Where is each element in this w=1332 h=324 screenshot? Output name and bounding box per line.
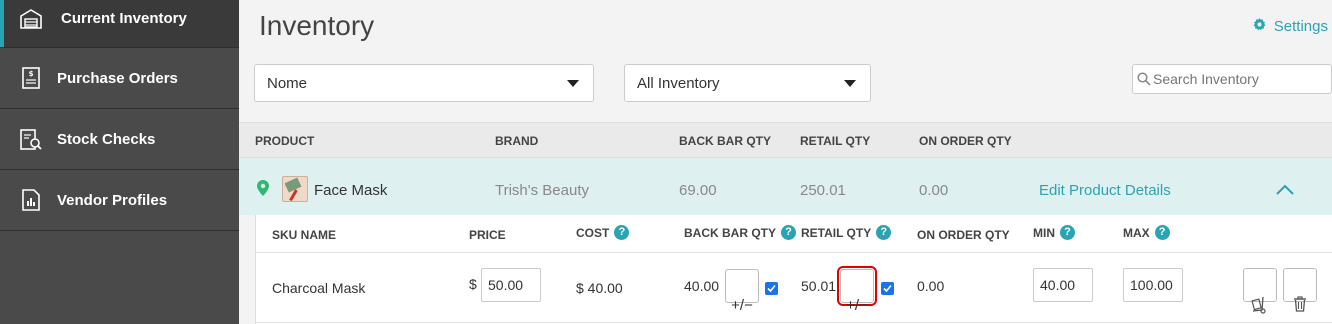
main-content: Inventory Settings Nome All Inventory PR… (239, 0, 1332, 324)
col-product: PRODUCT (255, 134, 315, 148)
col-sku-name: SKU NAME (272, 228, 337, 242)
col-retail-qty: RETAIL QTY (800, 134, 871, 148)
clipboard-search-icon (20, 128, 42, 150)
col-retail-qty: RETAIL QTY? (801, 225, 892, 240)
product-brand: Trish's Beauty (495, 182, 590, 199)
chevron-up-icon[interactable] (1275, 183, 1295, 200)
col-on-order-qty: ON ORDER QTY (919, 134, 1012, 148)
product-retail-qty: 250.01 (800, 182, 846, 199)
inventory-type-select-value: All Inventory (637, 74, 720, 92)
on-order-qty-value: 0.00 (917, 278, 945, 294)
help-icon[interactable]: ? (1154, 225, 1170, 240)
inventory-type-select[interactable]: All Inventory (624, 64, 871, 102)
sidebar-item-label: Purchase Orders (57, 69, 178, 87)
col-price: PRICE (469, 228, 506, 242)
sku-table: SKU NAME PRICE COST? BACK BAR QTY? RETAI… (255, 215, 1332, 324)
col-back-bar-qty: BACK BAR QTY? (684, 225, 796, 240)
col-cost: COST? (576, 225, 630, 240)
help-icon[interactable]: ? (614, 225, 630, 240)
product-on-order-qty: 0.00 (919, 182, 949, 199)
vendor-profile-icon (20, 189, 42, 211)
plus-minus-icon: +/− (731, 297, 753, 314)
chevron-down-icon (567, 80, 579, 87)
trash-icon (1293, 296, 1307, 315)
min-input[interactable] (1033, 268, 1093, 302)
warehouse-icon (20, 8, 42, 30)
product-name: Face Mask (314, 182, 388, 199)
help-icon[interactable]: ? (781, 225, 796, 240)
product-row[interactable]: Face Mask Trish's Beauty 69.00 250.01 0.… (239, 158, 1332, 215)
brand-select[interactable]: Nome (254, 64, 594, 102)
max-input[interactable] (1123, 268, 1183, 302)
help-icon[interactable]: ? (1060, 225, 1075, 240)
col-back-bar-qty: BACK BAR QTY (679, 134, 771, 148)
sidebar-item-label: Stock Checks (57, 130, 156, 148)
adjust-back-bar-qty-button[interactable]: +/− (725, 269, 759, 314)
back-bar-checkbox[interactable] (765, 282, 778, 295)
adjust-retail-qty-button[interactable]: +/− (837, 266, 877, 314)
help-icon[interactable]: ? (876, 225, 892, 240)
price-currency: $ (469, 276, 477, 292)
sku-name: Charcoal Mask (272, 280, 366, 296)
brand-select-value: Nome (267, 74, 308, 92)
search-box (1132, 64, 1332, 94)
plus-minus-icon: +/− (846, 297, 868, 314)
settings-link[interactable]: Settings (1253, 18, 1328, 35)
sku-row: Charcoal Mask $ $ 40.00 40.00 +/− 50.01 … (256, 253, 1332, 323)
retail-qty-value: 50.01 (801, 278, 837, 294)
svg-text:$: $ (29, 70, 34, 78)
sidebar-item-stock-checks[interactable]: Stock Checks (0, 109, 239, 170)
sku-table-header: SKU NAME PRICE COST? BACK BAR QTY? RETAI… (256, 215, 1332, 253)
col-brand: BRAND (495, 134, 539, 148)
col-max: MAX? (1123, 225, 1170, 240)
product-thumbnail (282, 176, 308, 202)
search-icon (1137, 72, 1151, 91)
edit-product-details-link[interactable]: Edit Product Details (1039, 182, 1171, 199)
price-input[interactable] (481, 268, 541, 302)
sidebar-item-label: Vendor Profiles (57, 191, 168, 209)
invoice-icon: $ (20, 67, 42, 89)
col-on-order-qty: ON ORDER QTY (917, 228, 1010, 242)
location-pin-icon (257, 180, 269, 200)
page-title: Inventory (259, 10, 375, 41)
retail-checkbox[interactable] (881, 282, 894, 295)
stock-receive-button[interactable] (1243, 268, 1277, 314)
search-input[interactable] (1153, 71, 1331, 87)
table-header: PRODUCT BRAND BACK BAR QTY RETAIL QTY ON… (239, 122, 1332, 158)
hand-truck-icon (1250, 296, 1270, 317)
sidebar: Current Inventory $ Purchase Orders Stoc… (0, 0, 239, 324)
back-bar-qty-value: 40.00 (684, 278, 720, 294)
sidebar-item-current-inventory[interactable]: Current Inventory (0, 0, 239, 48)
cost-value: $ 40.00 (576, 280, 623, 296)
col-min: MIN? (1033, 225, 1075, 240)
sidebar-item-label: Current Inventory (61, 10, 187, 27)
product-back-bar-qty: 69.00 (679, 182, 717, 199)
sidebar-item-purchase-orders[interactable]: $ Purchase Orders (0, 48, 239, 109)
gear-icon (1253, 18, 1266, 35)
delete-sku-button[interactable] (1283, 268, 1317, 312)
settings-label: Settings (1273, 18, 1328, 35)
chevron-down-icon (844, 80, 856, 87)
sidebar-item-vendor-profiles[interactable]: Vendor Profiles (0, 170, 239, 231)
